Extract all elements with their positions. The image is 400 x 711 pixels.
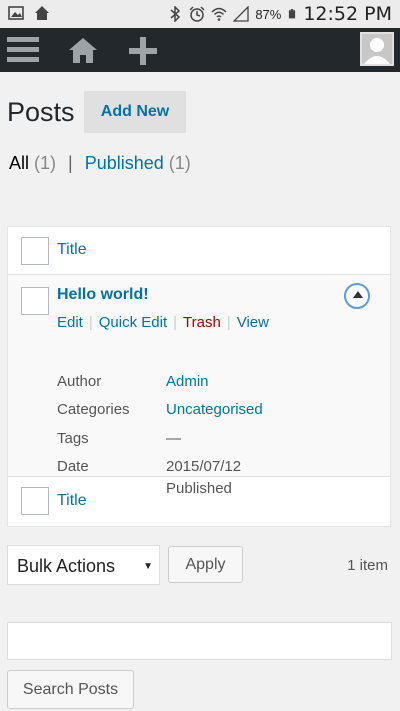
avatar-icon[interactable] (360, 32, 394, 66)
edit-link[interactable]: Edit (57, 314, 83, 331)
category-link[interactable]: Uncategorised (166, 401, 263, 418)
categories-label: Categories (57, 401, 130, 418)
column-title-footer[interactable]: Title (57, 492, 87, 510)
author-link[interactable]: Admin (166, 373, 209, 390)
bulk-actions-select[interactable]: Bulk Actions ▼ (7, 545, 160, 585)
admin-bar (0, 28, 400, 72)
menu-icon[interactable] (7, 34, 39, 66)
dropdown-arrow-icon: ▼ (143, 561, 153, 572)
filter-published[interactable]: Published (85, 153, 164, 174)
battery-percent: 87% (255, 6, 282, 22)
quick-edit-link[interactable]: Quick Edit (99, 314, 167, 331)
column-title[interactable]: Title (57, 241, 87, 259)
table-header-row: Title (8, 227, 390, 275)
home-icon (35, 6, 49, 20)
filter-all[interactable]: All (9, 153, 29, 174)
bluetooth-icon (170, 6, 181, 22)
post-title-link[interactable]: Hello world! (57, 286, 149, 304)
bulk-actions-value: Bulk Actions (17, 556, 116, 576)
status-bar: 87% 12:52 PM (0, 0, 400, 28)
table-footer-row: Title (8, 477, 390, 526)
table-row: Hello world! Edit | Quick Edit | Trash |… (8, 275, 390, 497)
date-label: Date (57, 458, 89, 475)
action-separator: | (226, 314, 231, 331)
status-clock: 12:52 PM (303, 3, 392, 25)
author-label: Author (57, 373, 102, 390)
filter-published-count: (1) (168, 153, 191, 173)
alarm-icon (189, 6, 205, 22)
action-separator: | (88, 314, 93, 331)
status-filters: All (1) | Published (1) (9, 153, 191, 174)
search-input[interactable] (7, 622, 392, 660)
view-link[interactable]: View (237, 314, 269, 331)
select-all-checkbox-footer[interactable] (21, 487, 49, 515)
battery-icon (289, 9, 296, 19)
add-new-button[interactable]: Add New (84, 91, 186, 133)
filter-separator: | (68, 153, 73, 173)
apply-button[interactable]: Apply (168, 546, 243, 583)
trash-link[interactable]: Trash (183, 314, 221, 331)
search-posts-button[interactable]: Search Posts (7, 670, 134, 709)
page-title: Posts (7, 97, 75, 127)
gallery-icon (8, 6, 24, 20)
action-separator: | (173, 314, 178, 331)
tags-value: — (166, 430, 181, 447)
wifi-icon (211, 7, 227, 21)
home-icon[interactable] (68, 36, 98, 64)
row-checkbox[interactable] (21, 287, 49, 315)
select-all-checkbox[interactable] (21, 237, 49, 265)
plus-icon[interactable] (128, 36, 158, 66)
posts-table: Title Hello world! Edit | Quick Edit | T… (7, 226, 391, 527)
tags-label: Tags (57, 430, 89, 447)
filter-all-count: (1) (34, 153, 57, 173)
row-actions: Edit | Quick Edit | Trash | View (57, 314, 269, 331)
toggle-row-icon[interactable] (344, 283, 370, 309)
date-value: 2015/07/12 (166, 458, 242, 475)
item-count: 1 item (347, 557, 388, 574)
signal-icon (233, 6, 249, 22)
